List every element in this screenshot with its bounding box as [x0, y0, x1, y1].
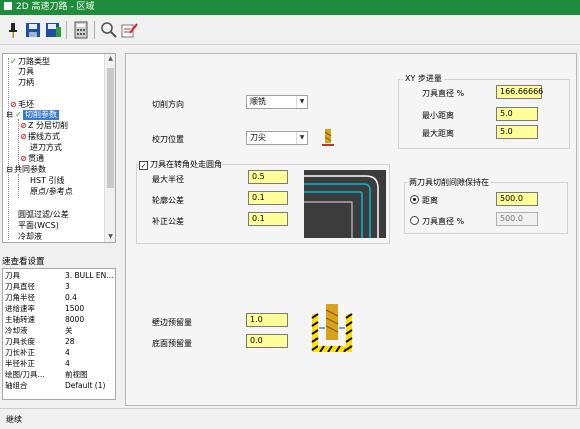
check-icon: ✓ [15, 110, 22, 119]
list-item: 刀具 3. BULL EN... [5, 271, 114, 280]
corner-preview-image [304, 170, 386, 238]
toolbar-separator [66, 21, 67, 39]
scroll-down-icon[interactable]: ▼ [105, 232, 115, 242]
list-item: 轴组合 Default (1) [5, 381, 106, 390]
gap-title: 两刀具切削间隙保持在 [407, 177, 491, 188]
tree-item-depth-cuts[interactable]: ⊘ Z 分层切削 [19, 121, 68, 131]
radio-unselected-icon[interactable] [410, 216, 419, 225]
ban-icon: ⊘ [20, 132, 27, 141]
scroll-thumb[interactable] [107, 68, 114, 188]
gap-distance-radio[interactable]: 距离 [410, 195, 438, 206]
edit-icon[interactable] [120, 21, 138, 39]
save-icon[interactable] [24, 21, 42, 39]
ban-icon: ⊘ [20, 121, 27, 130]
cut-direction-select[interactable]: 顺铣 ▼ [246, 95, 308, 109]
step-diameter-pct-label: 刀具直径 % [422, 89, 465, 98]
floor-stock-field[interactable]: 0.0 [246, 334, 288, 348]
max-distance-field[interactable]: 5.0 [496, 125, 538, 139]
preview-icon[interactable] [100, 21, 118, 39]
tree-item-through[interactable]: ⊘ 贯通 [19, 154, 44, 164]
pin-icon[interactable] [4, 21, 22, 39]
tree-item-common-params[interactable]: ⊟ 共同参数 [5, 165, 46, 175]
tree-item-cut-params[interactable]: ⊟ ✓ 切削参数 [5, 110, 59, 120]
tree-item-toolpath-type[interactable]: ✓ 刀路类型 [9, 57, 50, 67]
gap-distance-field[interactable]: 500.0 [496, 192, 538, 206]
tool-tip-icon [322, 129, 334, 146]
chevron-down-icon: ▼ [296, 132, 307, 144]
corner-round-checkbox[interactable]: ✓ 刀具在转角处走圆角 [139, 159, 222, 170]
max-distance-label: 最大距离 [422, 129, 454, 138]
chevron-down-icon: ▼ [296, 96, 307, 108]
tip-position-label: 校刀位置 [152, 135, 184, 144]
save-all-icon[interactable] [44, 21, 62, 39]
offset-tolerance-label: 补正公差 [152, 217, 184, 226]
list-item: 进给速率 1500 [5, 304, 85, 313]
list-item: 半径补正 4 [5, 359, 70, 368]
min-distance-label: 最小距离 [422, 111, 454, 120]
floor-stock-label: 底面预留量 [152, 339, 192, 348]
scroll-up-icon[interactable]: ▲ [105, 54, 115, 64]
tip-position-select[interactable]: 刀尖 ▼ [246, 131, 308, 145]
window-title: 2D 高速刀路 - 区域 [16, 2, 95, 12]
gap-diameter-radio[interactable]: 刀具直径 % [410, 216, 464, 227]
wall-stock-label: 壁边预留量 [152, 318, 192, 327]
step-diameter-pct-field[interactable]: 166.66666 [496, 85, 543, 99]
quick-view-panel: 刀具 3. BULL EN... 刀具直径 3 刀角半径 0.4 进给速率 1500 主… [2, 268, 116, 400]
ban-icon: ⊘ [20, 154, 27, 163]
collapse-icon[interactable]: ⊟ [5, 165, 14, 175]
collapse-icon[interactable]: ⊟ [5, 110, 14, 120]
radio-selected-icon[interactable] [410, 195, 419, 204]
contour-tolerance-field[interactable]: 0.1 [248, 191, 288, 205]
quick-view-title: 速查看设置 [2, 257, 45, 267]
bottom-label: 继续 [6, 415, 22, 424]
list-item: 主轴转速 8000 [5, 315, 85, 324]
contour-tolerance-label: 轮廓公差 [152, 196, 184, 205]
list-item: 刀长补正 4 [5, 348, 70, 357]
toolbar-separator [94, 21, 95, 39]
window-icon [4, 2, 12, 10]
list-item: 刀具直径 3 [5, 282, 70, 291]
toolbar [0, 15, 580, 45]
tree-item-trochoidal[interactable]: ⊘ 摆线方式 [19, 132, 60, 142]
list-item: 绘图/刀具... 前视图 [5, 370, 88, 379]
list-item: 冷却液关 [5, 326, 73, 335]
stock-preview-image [311, 304, 353, 352]
tree-scrollbar[interactable]: ▲ ▼ [104, 54, 115, 242]
cut-direction-label: 切削方向 [152, 100, 184, 109]
list-item: 刀角半径 0.4 [5, 293, 77, 302]
cut-params-panel: 切削方向 顺铣 ▼ 校刀位置 刀尖 ▼ ✓ 刀具在转角处走圆角 最大半径 0.5 轮廓… [125, 53, 577, 406]
max-radius-field[interactable]: 0.5 [248, 170, 288, 184]
offset-tolerance-field[interactable]: 0.1 [248, 212, 288, 226]
list-item: 刀具长度 28 [5, 337, 75, 346]
min-distance-field[interactable]: 5.0 [496, 107, 538, 121]
wall-stock-field[interactable]: 1.0 [246, 313, 288, 327]
max-radius-label: 最大半径 [152, 175, 184, 184]
parameter-tree: ✓ 刀路类型 刀具 刀柄 ⊘ 毛坯 ⊟ ✓ 切削参数 ⊘ Z 分层切削 ⊘ 摆线方式… [2, 53, 116, 243]
calculator-icon[interactable] [72, 21, 90, 39]
checkbox-checked-icon[interactable]: ✓ [139, 161, 148, 170]
tree-item-stock[interactable]: ⊘ 毛坯 [9, 100, 34, 110]
check-icon: ✓ [10, 57, 17, 66]
xy-step-title: XY 步进量 [403, 73, 444, 84]
gap-diameter-pct-field: 500.0 [496, 212, 538, 226]
bottom-bar: 继续 [0, 408, 580, 429]
title-bar: 2D 高速刀路 - 区域 [0, 0, 580, 15]
ban-icon: ⊘ [10, 100, 17, 109]
